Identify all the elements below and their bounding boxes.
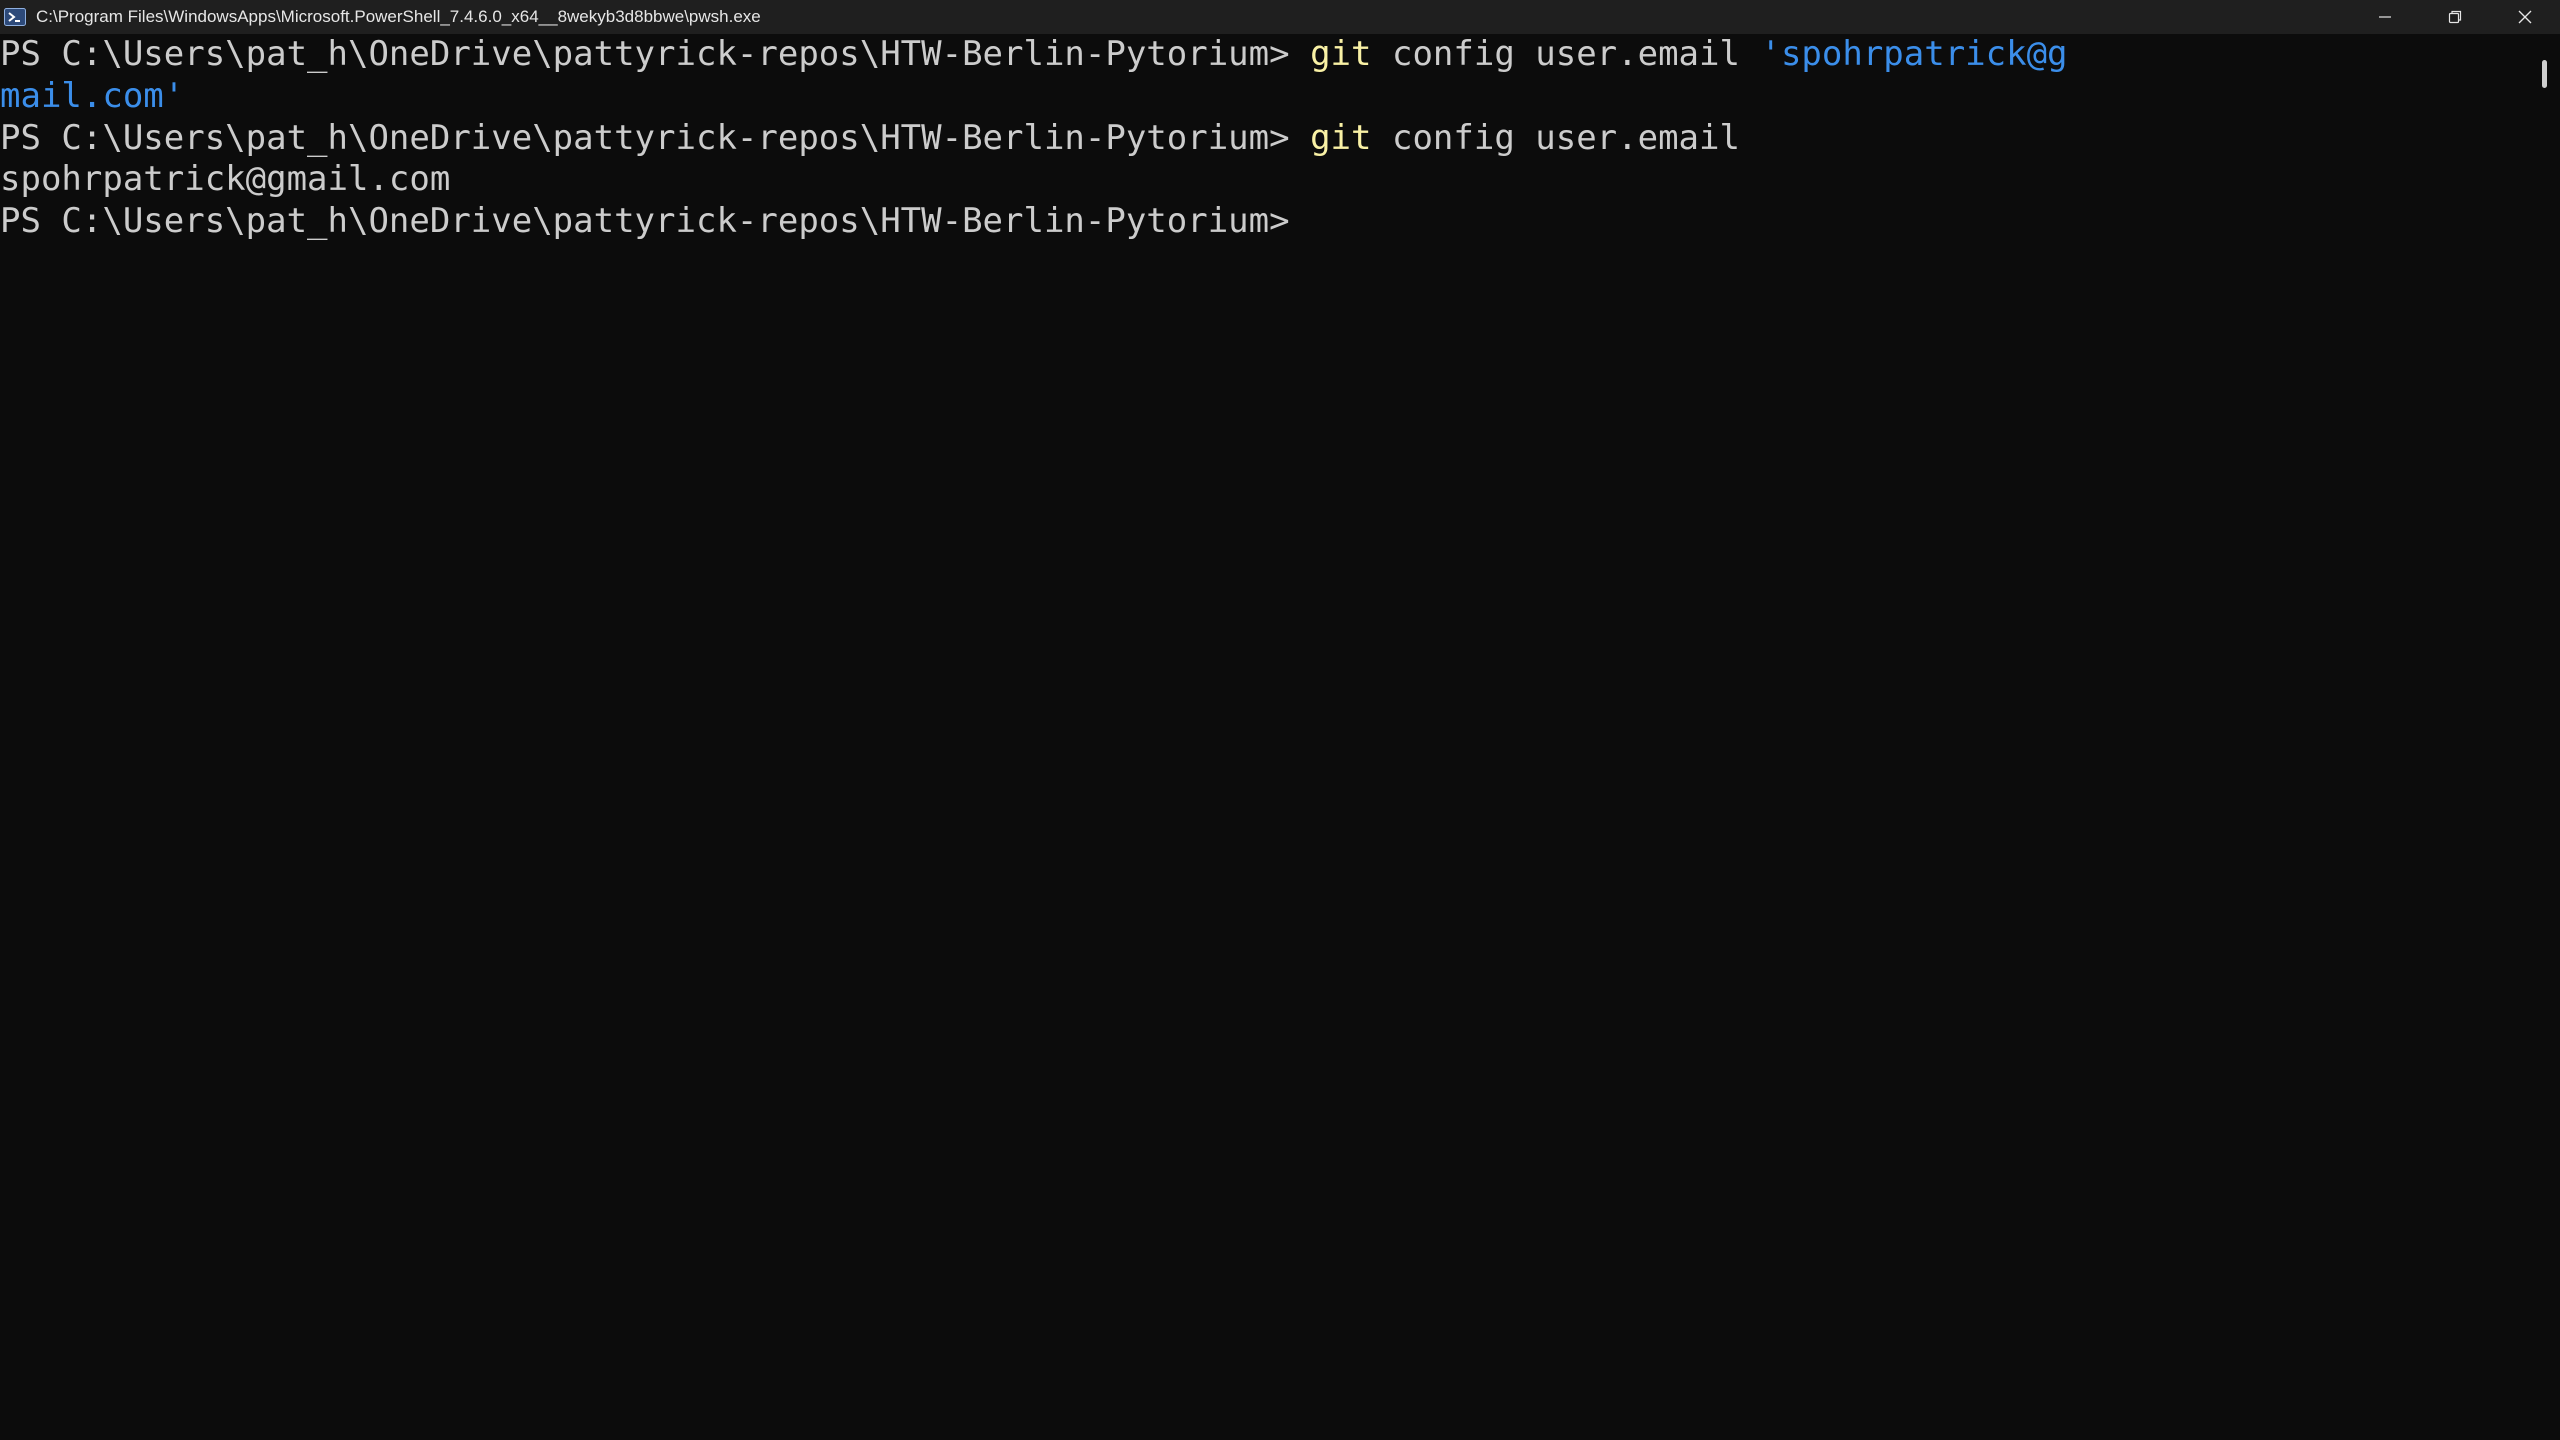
powershell-icon [2, 5, 28, 29]
command-args: config user.email [1391, 117, 1740, 158]
terminal-line: spohrpatrick@gmail.com [0, 159, 2530, 201]
terminal-output[interactable]: PS C:\Users\pat_h\OneDrive\pattyrick-rep… [0, 34, 2530, 1440]
prompt: PS C:\Users\pat_h\OneDrive\pattyrick-rep… [0, 201, 1290, 242]
scrollbar[interactable] [2530, 34, 2560, 1440]
string-argument: 'spohrpatrick@g [1760, 34, 2068, 74]
scrollbar-thumb[interactable] [2542, 60, 2547, 88]
window-title: C:\Program Files\WindowsApps\Microsoft.P… [36, 7, 761, 26]
prompt: PS C:\Users\pat_h\OneDrive\pattyrick-rep… [0, 34, 1290, 74]
prompt: PS C:\Users\pat_h\OneDrive\pattyrick-rep… [0, 117, 1290, 158]
window-controls [2350, 0, 2560, 34]
minimize-icon [2379, 16, 2391, 18]
restore-icon [2448, 10, 2462, 24]
terminal-line: PS C:\Users\pat_h\OneDrive\pattyrick-rep… [0, 201, 2530, 243]
terminal-line: PS C:\Users\pat_h\OneDrive\pattyrick-rep… [0, 34, 2530, 76]
string-argument-continued: mail.com' [0, 75, 185, 116]
command-name: git [1310, 34, 1372, 74]
close-icon [2518, 10, 2532, 24]
minimize-button[interactable] [2350, 0, 2420, 34]
command-args: config user.email [1391, 34, 1740, 74]
terminal-line: PS C:\Users\pat_h\OneDrive\pattyrick-rep… [0, 118, 2530, 160]
close-button[interactable] [2490, 0, 2560, 34]
title-bar[interactable]: C:\Program Files\WindowsApps\Microsoft.P… [0, 0, 2560, 34]
terminal-line: mail.com' [0, 76, 2530, 118]
command-output: spohrpatrick@gmail.com [0, 159, 451, 200]
command-name: git [1310, 117, 1372, 158]
restore-button[interactable] [2420, 0, 2490, 34]
